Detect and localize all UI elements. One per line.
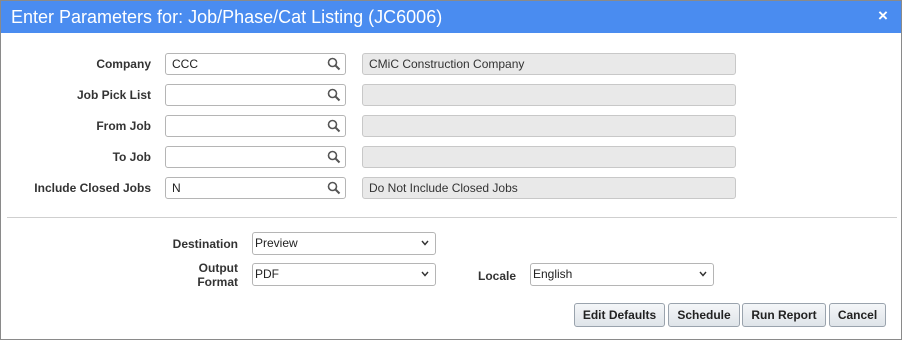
company-input[interactable]	[166, 54, 322, 74]
locale-value: English	[533, 267, 573, 281]
chevron-down-icon	[699, 271, 707, 277]
cancel-button[interactable]: Cancel	[829, 303, 886, 327]
chevron-down-icon	[421, 271, 429, 277]
company-label: Company	[96, 57, 151, 71]
magnifier-icon[interactable]	[327, 150, 341, 164]
job-pick-list-field	[165, 84, 346, 106]
from-job-input[interactable]	[166, 116, 322, 136]
chevron-down-icon	[421, 240, 429, 246]
magnifier-icon[interactable]	[327, 88, 341, 102]
output-format-label-line1: Output	[198, 261, 238, 275]
include-closed-jobs-label: Include Closed Jobs	[34, 181, 151, 195]
schedule-button[interactable]: Schedule	[668, 303, 740, 327]
edit-defaults-button[interactable]: Edit Defaults	[574, 303, 665, 327]
company-field	[165, 53, 346, 75]
company-description: CMiC Construction Company	[362, 53, 736, 75]
to-job-label: To Job	[112, 150, 151, 164]
locale-label: Locale	[477, 269, 516, 283]
title-bar: Enter Parameters for: Job/Phase/Cat List…	[1, 1, 901, 33]
output-format-select[interactable]: PDF	[252, 263, 436, 286]
section-divider	[7, 217, 897, 218]
to-job-input[interactable]	[166, 147, 322, 167]
destination-value: Preview	[255, 236, 298, 250]
dialog-title: Enter Parameters for: Job/Phase/Cat List…	[11, 7, 443, 27]
job-pick-list-input[interactable]	[166, 85, 322, 105]
destination-select[interactable]: Preview	[252, 232, 436, 255]
from-job-description	[362, 115, 736, 137]
destination-label: Destination	[172, 237, 238, 251]
magnifier-icon[interactable]	[327, 57, 341, 71]
include-closed-jobs-description: Do Not Include Closed Jobs	[362, 177, 736, 199]
magnifier-icon[interactable]	[327, 181, 341, 195]
from-job-label: From Job	[96, 119, 151, 133]
job-pick-list-description	[362, 84, 736, 106]
locale-select[interactable]: English	[530, 263, 714, 286]
from-job-field	[165, 115, 346, 137]
job-pick-list-label: Job Pick List	[76, 88, 151, 102]
magnifier-icon[interactable]	[327, 119, 341, 133]
run-report-button[interactable]: Run Report	[742, 303, 826, 327]
to-job-description	[362, 146, 736, 168]
include-closed-jobs-input[interactable]	[166, 178, 322, 198]
output-format-label-line2: Format	[197, 275, 238, 289]
output-format-value: PDF	[255, 267, 279, 281]
output-format-label: Output Format	[121, 261, 238, 289]
include-closed-jobs-field	[165, 177, 346, 199]
to-job-field	[165, 146, 346, 168]
close-icon[interactable]: ×	[875, 7, 891, 25]
parameters-dialog: Enter Parameters for: Job/Phase/Cat List…	[0, 0, 902, 340]
